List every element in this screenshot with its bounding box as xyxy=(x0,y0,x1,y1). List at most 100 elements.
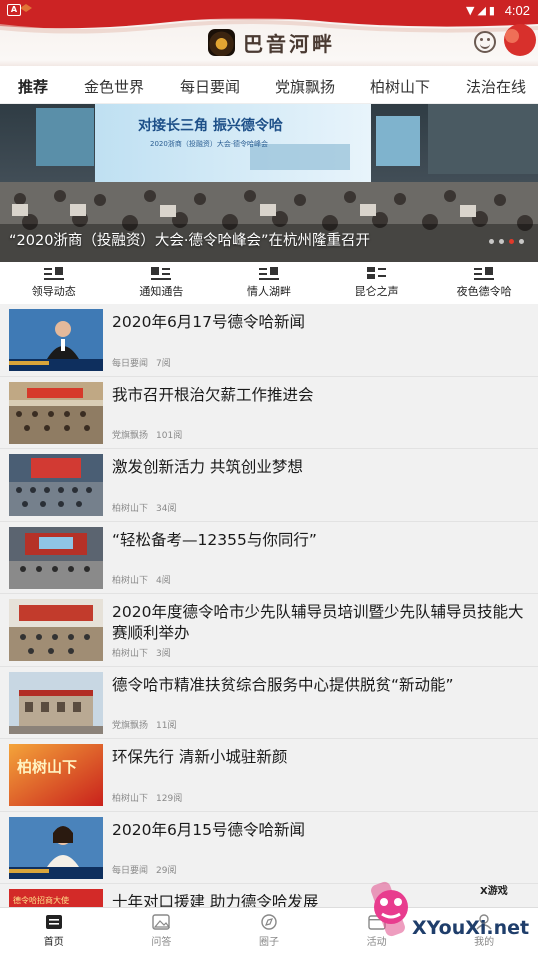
category-tabs: 推荐 金色世界 每日要闻 党旗飘扬 柏树山下 法治在线 xyxy=(0,66,538,104)
news-item[interactable]: 激发创新活力 共筑创业梦想柏树山下 34阅 xyxy=(0,449,538,522)
news-views: 3阅 xyxy=(156,648,171,659)
news-thumbnail xyxy=(9,599,103,661)
news-category: 柏树山下 xyxy=(112,503,149,514)
thumb-text: 德令哈招商大使 xyxy=(13,895,69,905)
quick-links: 领导动态 通知通告 情人湖畔 昆仑之声 夜色德令哈 xyxy=(0,262,538,304)
news-item[interactable]: 2020年度德令哈市少先队辅导员培训暨少先队辅导员技能大赛顺利举办柏树山下 3阅 xyxy=(0,594,538,667)
quick-link-item[interactable]: 情人湖畔 xyxy=(215,262,323,304)
news-meta: 党旗飘扬 101阅 xyxy=(112,428,182,441)
news-views: 129阅 xyxy=(156,793,183,804)
list-grid-icon xyxy=(474,266,495,280)
notification-icon: A xyxy=(7,4,21,16)
news-title: 2020年度德令哈市少先队辅导员培训暨少先队辅导员技能大赛顺利举办 xyxy=(112,603,524,642)
news-title: 2020年6月17号德令哈新闻 xyxy=(112,313,306,331)
carousel-dot xyxy=(489,239,494,244)
news-item[interactable]: 我市召开根治欠薪工作推进会党旗飘扬 101阅 xyxy=(0,376,538,449)
news-category: 党旗飘扬 xyxy=(112,721,149,731)
watermark-big: XYouXi.net xyxy=(412,917,529,939)
quick-link-label: 昆仑之声 xyxy=(354,285,399,298)
news-meta: 柏树山下 4阅 xyxy=(112,573,171,586)
quick-link-item[interactable]: 领导动态 xyxy=(0,262,108,304)
news-meta: 每日要闻 29阅 xyxy=(112,863,176,876)
banner-screen-subtext: 2020浙商（投融资）大会·德令哈峰会 xyxy=(150,139,268,148)
news-item[interactable]: 柏树山下 环保先行 清新小城驻新颜柏树山下 129阅 xyxy=(0,739,538,812)
news-item[interactable]: “轻松备考—12355与你同行” 柏树山下 4阅 xyxy=(0,521,538,594)
news-views: 101阅 xyxy=(156,431,183,441)
quick-link-label: 领导动态 xyxy=(31,285,76,298)
news-title: 德令哈市精准扶贫综合服务中心提供脱贫“新动能” xyxy=(112,675,454,694)
news-thumbnail xyxy=(9,381,103,444)
news-title: “轻松备考—12355与你同行” xyxy=(112,530,317,549)
news-title: 激发创新活力 共筑创业梦想 xyxy=(112,458,303,476)
news-views: 29阅 xyxy=(156,866,177,876)
tab-daily-news[interactable]: 每日要闻 xyxy=(180,76,240,97)
news-views: 34阅 xyxy=(156,503,177,514)
news-thumbnail: 柏树山下 xyxy=(9,744,103,806)
news-title: 我市召开根治欠薪工作推进会 xyxy=(112,385,314,404)
app-name: 巴音河畔 xyxy=(243,31,335,56)
list-grid-icon xyxy=(43,266,64,280)
status-time: 4:02 xyxy=(504,3,530,18)
news-thumbnail xyxy=(9,309,103,371)
news-category: 柏树山下 xyxy=(112,793,149,804)
news-title: 环保先行 清新小城驻新颜 xyxy=(112,748,288,766)
bottom-nav-item[interactable]: 问答 xyxy=(108,908,216,954)
quick-link-label: 情人湖畔 xyxy=(246,285,291,298)
tab-recommend[interactable]: 推荐 xyxy=(18,76,48,97)
quick-link-item[interactable]: 通知通告 xyxy=(108,262,216,304)
news-category: 党旗飘扬 xyxy=(112,431,149,441)
news-item[interactable]: 德令哈市精准扶贫综合服务中心提供脱贫“新动能” 党旗飘扬 11阅 xyxy=(0,666,538,739)
banner-screen-text: 对接长三角 振兴德令哈 xyxy=(138,117,283,134)
news-meta: 柏树山下 34阅 xyxy=(112,501,176,514)
carousel-dot xyxy=(519,239,524,244)
list-grid-icon xyxy=(366,266,387,280)
bottom-nav-label: 问答 xyxy=(151,937,172,948)
news-thumbnail xyxy=(9,526,103,589)
news-views: 7阅 xyxy=(156,358,171,369)
news-meta: 柏树山下 3阅 xyxy=(112,646,171,659)
thumb-text: 柏树山下 xyxy=(17,758,77,776)
news-title: 2020年6月15号德令哈新闻 xyxy=(112,820,306,839)
bottom-nav-item[interactable]: 圈子 xyxy=(215,908,323,954)
news-views: 11阅 xyxy=(156,721,177,731)
tab-cypress-hill[interactable]: 柏树山下 xyxy=(370,76,430,97)
home-list-icon xyxy=(45,914,63,930)
quick-link-label: 夜色德令哈 xyxy=(456,285,512,298)
bottom-nav-label: 圈子 xyxy=(258,937,279,948)
news-category: 每日要闻 xyxy=(112,866,149,876)
app-logo-icon xyxy=(208,28,235,56)
news-views: 4阅 xyxy=(156,576,171,586)
news-thumbnail xyxy=(9,671,103,734)
tab-golden-world[interactable]: 金色世界 xyxy=(84,76,144,97)
status-bar: A ▼◢▮ 4:02 xyxy=(0,0,538,22)
site-watermark: X游戏 XYouXi.net xyxy=(371,881,529,939)
carousel-dot xyxy=(499,239,504,244)
compass-icon xyxy=(260,914,278,930)
banner-caption[interactable]: “2020浙商（投融资）大会·德令哈峰会”在杭州隆重召开 xyxy=(9,229,370,250)
signal-wifi-battery-icons: ▼◢▮ xyxy=(466,4,498,17)
smiley-face-icon[interactable] xyxy=(474,31,496,53)
list-grid-icon xyxy=(258,266,279,280)
brand: 巴音河畔 xyxy=(208,28,335,56)
news-category: 每日要闻 xyxy=(112,358,149,369)
tab-law-online[interactable]: 法治在线 xyxy=(466,76,526,97)
news-category: 柏树山下 xyxy=(112,576,149,586)
quick-link-item[interactable]: 昆仑之声 xyxy=(323,262,431,304)
quick-link-item[interactable]: 夜色德令哈 xyxy=(430,262,538,304)
list-grid-icon xyxy=(151,266,172,280)
carousel-dot-active xyxy=(509,239,514,244)
news-thumbnail xyxy=(9,816,103,879)
app-header: A ▼◢▮ 4:02 巴音河畔 xyxy=(0,0,538,66)
bottom-nav-item[interactable]: 首页 xyxy=(0,908,108,954)
tab-party-flag[interactable]: 党旗飘扬 xyxy=(275,76,335,97)
news-meta: 党旗飘扬 11阅 xyxy=(112,718,176,731)
carousel-indicator xyxy=(489,239,524,244)
quick-link-label: 通知通告 xyxy=(139,285,184,298)
news-category: 柏树山下 xyxy=(112,648,149,659)
news-meta: 柏树山下 129阅 xyxy=(112,791,182,804)
bottom-nav-label: 首页 xyxy=(43,937,64,948)
news-thumbnail xyxy=(9,454,103,516)
news-item[interactable]: 2020年6月17号德令哈新闻每日要闻 7阅 xyxy=(0,304,538,377)
watermark-small: X游戏 xyxy=(480,884,508,897)
news-meta: 每日要闻 7阅 xyxy=(112,356,171,369)
